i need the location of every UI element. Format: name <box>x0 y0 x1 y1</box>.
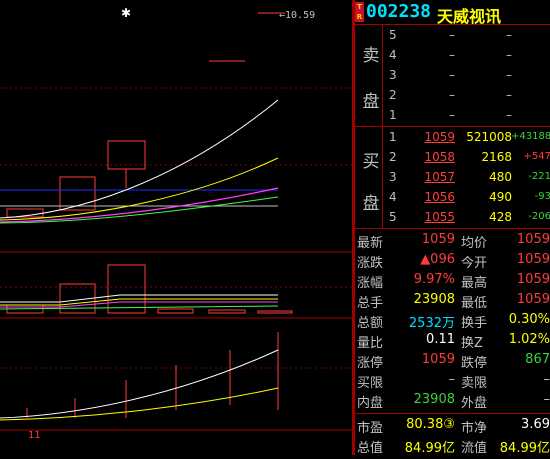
stat-label: 流值 <box>461 441 488 456</box>
volume: – <box>506 28 512 42</box>
kline-chart-area[interactable]: ✱ ←10.59 11 <box>0 0 352 455</box>
star-marker: ✱ <box>121 6 132 20</box>
stat-value: 0.30% <box>508 312 550 327</box>
candle <box>59 176 96 211</box>
stat-row-volume: 总手 23908 最低 1059 <box>355 289 550 311</box>
kline-chart <box>0 12 352 431</box>
stat-label: 外盘 <box>461 396 488 411</box>
stat-value: 1059 <box>516 292 550 307</box>
stat-row-restrict: 买限 – 卖限 – <box>355 369 550 391</box>
price: – <box>449 88 455 102</box>
stat-value: 9.97% <box>413 272 455 287</box>
sell-row-2[interactable]: 2 – – <box>355 85 550 105</box>
stat-value: 3.69 <box>521 417 550 432</box>
buy-row-3[interactable]: 3 1057 480 -221 <box>355 167 550 187</box>
level: 4 <box>389 48 397 62</box>
stat-row-cap: 总值 84.99亿 流值 84.99亿 <box>355 434 550 456</box>
stock-code: 002238 <box>366 1 432 22</box>
stat-value: 1059 <box>516 272 550 287</box>
volume: – <box>506 48 512 62</box>
sell-row-1[interactable]: 1 – – <box>355 105 550 125</box>
volume-change: -221 <box>528 171 550 182</box>
stat-row-inout: 内盘 23908 外盘 – <box>355 389 550 411</box>
stat-value: 80.38③ <box>406 417 455 432</box>
price: – <box>449 108 455 122</box>
volume: 428 <box>489 210 512 224</box>
price: 1055 <box>424 210 455 224</box>
sell-row-5[interactable]: 5 – – <box>355 25 550 45</box>
buy-row-4[interactable]: 4 1056 490 -93 <box>355 187 550 207</box>
volume: 2168 <box>481 150 512 164</box>
stat-label: 总值 <box>357 441 384 456</box>
stat-label: 内盘 <box>357 396 384 411</box>
stat-value: 23908 <box>413 392 455 407</box>
buy-row-5[interactable]: 5 1055 428 -206 <box>355 207 550 227</box>
stat-row-pe: 市盈 80.38③ 市净 3.69 <box>355 414 550 436</box>
stock-header: T R 002238 天威视讯 <box>355 0 550 26</box>
price: – <box>449 28 455 42</box>
tr-badge: T R <box>355 2 364 22</box>
stat-value: 1059 <box>421 232 455 247</box>
price: 1057 <box>424 170 455 184</box>
level: 1 <box>389 130 397 144</box>
price-label: ←10.59 <box>279 10 316 21</box>
sell-row-3[interactable]: 3 – – <box>355 65 550 85</box>
volume-change: +431884 <box>511 131 550 142</box>
stat-value: – <box>543 392 550 407</box>
volume: – <box>506 108 512 122</box>
volume-change: -206 <box>528 211 550 222</box>
stats-section: 最新 1059 均价 1059 涨跌 ▲096 今开 1059 涨幅 9.97%… <box>355 228 550 413</box>
volume: – <box>506 88 512 102</box>
level: 5 <box>389 28 397 42</box>
level: 5 <box>389 210 397 224</box>
stat-value: 1059 <box>516 232 550 247</box>
volume: 490 <box>489 190 512 204</box>
price: 1058 <box>424 150 455 164</box>
stat-value: 1.02% <box>508 332 550 347</box>
volume: 521008 <box>466 130 512 144</box>
sell-section: 卖 盘 5 – – 4 – – 3 – – 2 – – 1 – – <box>355 24 550 127</box>
stat-row-ratio: 量比 0.11 换Z 1.02% <box>355 329 550 351</box>
level: 3 <box>389 68 397 82</box>
sell-row-4[interactable]: 4 – – <box>355 45 550 65</box>
price: – <box>449 48 455 62</box>
valuation-section: 市盈 80.38③ 市净 3.69 总值 84.99亿 流值 84.99亿 <box>355 413 550 456</box>
buy-row-2[interactable]: 2 1058 2168 +547 <box>355 147 550 167</box>
volume: 480 <box>489 170 512 184</box>
quote-panel: T R 002238 天威视讯 卖 盘 5 – – 4 – – 3 – – 2 … <box>355 0 550 456</box>
stat-value: 84.99亿 <box>404 441 455 456</box>
stat-row-pct: 涨幅 9.97% 最高 1059 <box>355 269 550 291</box>
level: 1 <box>389 108 397 122</box>
price: 1056 <box>424 190 455 204</box>
stat-row-amount: 总额 2532万 换手 0.30% <box>355 309 550 331</box>
buy-row-1[interactable]: 1 1059 521008 +431884 <box>355 127 550 147</box>
stat-row-change: 涨跌 ▲096 今开 1059 <box>355 249 550 271</box>
stat-value: 23908 <box>413 292 455 307</box>
stat-value: – <box>448 372 456 387</box>
stat-value: 1059 <box>516 252 550 267</box>
price: 1059 <box>424 130 455 144</box>
buy-section: 买 盘 1 1059 521008 +431884 2 1058 2168 +5… <box>355 126 550 229</box>
level: 4 <box>389 190 397 204</box>
stat-value: 0.11 <box>426 332 455 347</box>
date-label: 11 <box>28 430 41 441</box>
stat-value: 84.99亿 <box>499 441 550 456</box>
volume: – <box>506 68 512 82</box>
stat-row-limit: 涨停 1059 跌停 867 <box>355 349 550 371</box>
stat-value: – <box>543 372 550 387</box>
stat-row-latest: 最新 1059 均价 1059 <box>355 229 550 251</box>
stat-value: 1059 <box>421 352 455 367</box>
volume-change: +547 <box>523 151 550 162</box>
volume-change: -93 <box>534 191 550 202</box>
stat-value: ▲096 <box>420 252 455 267</box>
price: – <box>449 68 455 82</box>
stat-value: 867 <box>525 352 550 367</box>
level: 2 <box>389 150 397 164</box>
level: 2 <box>389 88 397 102</box>
level: 3 <box>389 170 397 184</box>
